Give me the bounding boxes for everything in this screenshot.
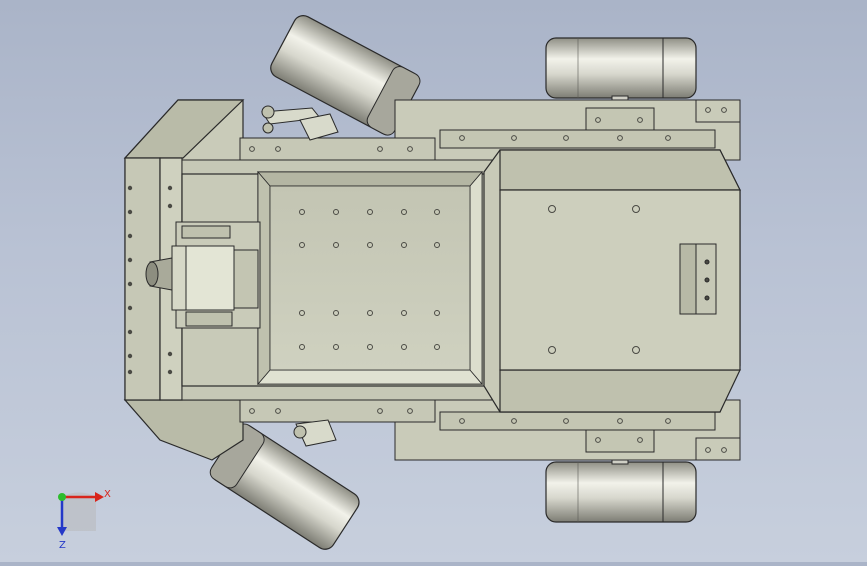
robot-model-drawing: X Z bbox=[57, 15, 741, 551]
axis-triad: X Z bbox=[57, 489, 111, 551]
battery-tray[interactable] bbox=[257, 170, 483, 386]
wheel-rear-right[interactable] bbox=[545, 449, 697, 523]
linkage-bottom[interactable] bbox=[293, 419, 337, 447]
linkage-top[interactable] bbox=[261, 105, 339, 141]
wheel-front-right[interactable] bbox=[545, 37, 697, 111]
power-switch[interactable] bbox=[679, 243, 717, 315]
y-axis-dot bbox=[58, 493, 66, 501]
x-axis-label: X bbox=[104, 489, 111, 500]
cad-viewport[interactable]: X Z bbox=[0, 0, 867, 562]
z-axis-label: Z bbox=[59, 540, 66, 551]
